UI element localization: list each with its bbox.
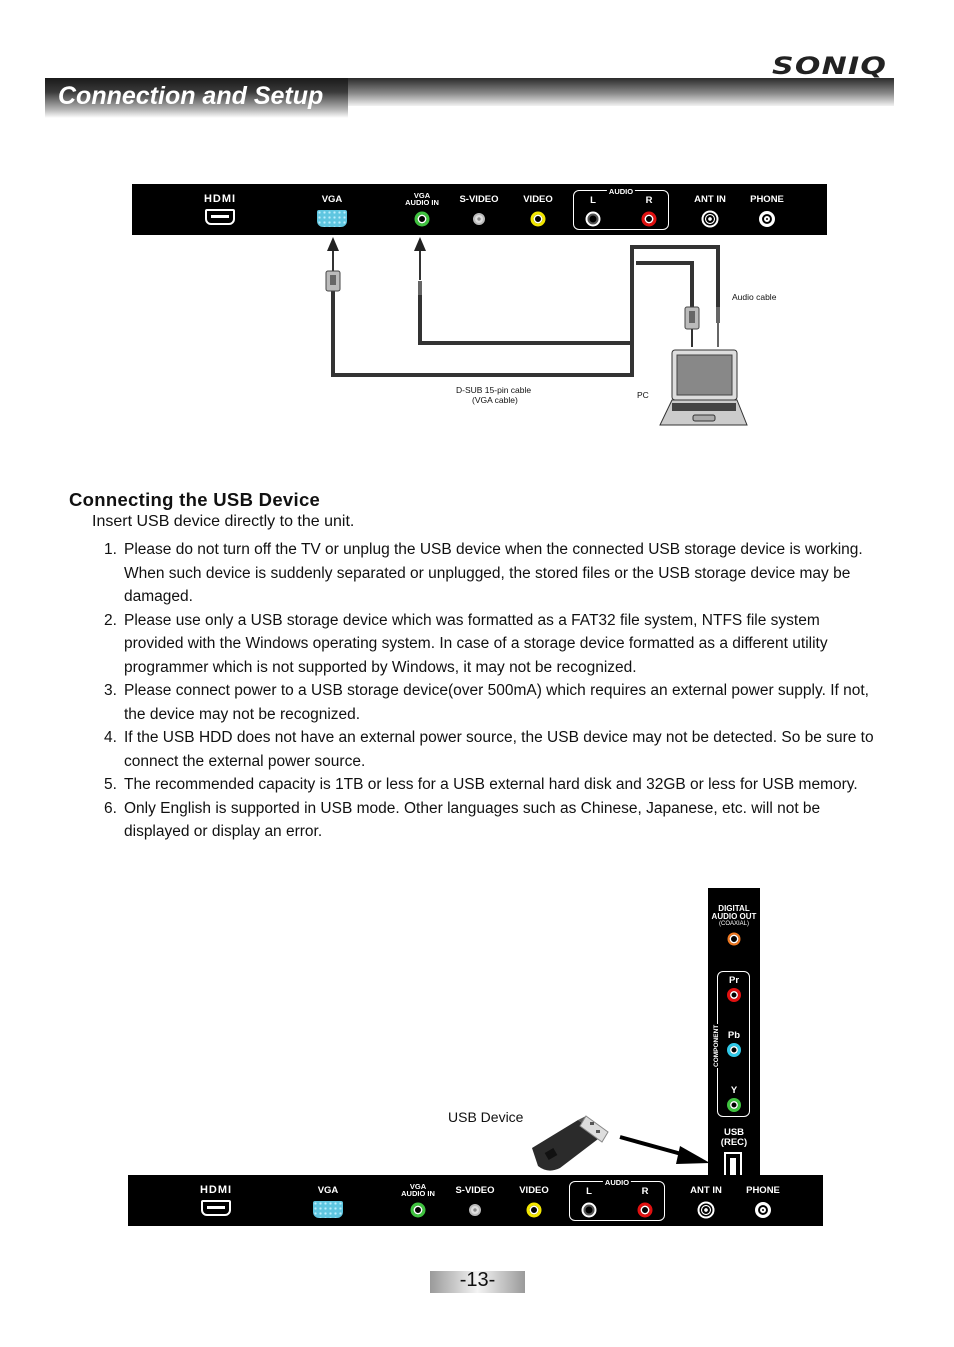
- vga-audio-label-2: AUDIO IN: [405, 198, 439, 207]
- audio-l-label: L: [586, 1186, 592, 1197]
- page-title: Connection and Setup: [58, 82, 324, 110]
- hdmi-port-icon: [205, 209, 235, 225]
- vga-port-icon: [313, 1201, 343, 1218]
- component-label: COMPONENT: [713, 1023, 720, 1068]
- pb-label: Pb: [727, 1030, 741, 1041]
- vga-audio-in-jack-icon: [414, 211, 430, 227]
- pr-jack-icon: [727, 988, 741, 1002]
- y-label: Y: [730, 1085, 738, 1096]
- pb-jack-icon: [727, 1043, 741, 1057]
- audio-l-jack-icon: [581, 1202, 597, 1218]
- audio-r-jack-icon: [637, 1202, 653, 1218]
- hdmi-label: HDMI: [203, 193, 237, 205]
- vga-audio-label-2: AUDIO IN: [401, 1189, 435, 1198]
- svideo-label: S-VIDEO: [459, 194, 499, 205]
- usb-section-title: Connecting the USB Device: [69, 489, 321, 510]
- phone-jack-icon: [755, 1202, 771, 1218]
- audio-l-label: L: [590, 195, 596, 206]
- hdmi-port-icon: [201, 1200, 231, 1216]
- y-jack-icon: [727, 1098, 741, 1112]
- audio-r-jack-icon: [641, 211, 657, 227]
- usb-rec-label-1: USB: [723, 1127, 745, 1138]
- phone-label: PHONE: [750, 194, 784, 205]
- svideo-port-icon: [473, 213, 485, 225]
- audio-arrow-icon: [414, 237, 426, 251]
- ant-in-label: ANT IN: [690, 1185, 722, 1196]
- vga-cable: [331, 245, 720, 377]
- svideo-label: S-VIDEO: [455, 1185, 495, 1196]
- list-item: 5. The recommended capacity is 1TB or les…: [104, 776, 858, 793]
- audio-r-label: R: [645, 195, 653, 206]
- video-jack-icon: [526, 1202, 542, 1218]
- phone-jack-icon: [759, 211, 775, 227]
- audio-cable-caption: Audio cable: [732, 292, 777, 302]
- audio-group-label: AUDIO: [602, 1178, 632, 1187]
- ant-in-port-icon: [697, 1201, 715, 1219]
- pc-connection-diagram: [325, 237, 748, 426]
- video-label: VIDEO: [519, 1185, 549, 1196]
- vga-label: VGA: [317, 1185, 339, 1196]
- ant-in-port-icon: [701, 210, 719, 228]
- digital-audio-label-1: DIGITAL: [718, 904, 750, 913]
- laptop-icon: [659, 349, 748, 426]
- page-number: -13-: [459, 1269, 496, 1291]
- vga-cable-caption-1: D-SUB 15-pin cable: [456, 385, 532, 395]
- usb-notes-list: 1. Please do not turn off the TV or unplu…: [104, 538, 874, 844]
- usb-device-illustration: [532, 1115, 710, 1171]
- hdmi-label: HDMI: [199, 1184, 233, 1196]
- audio-l-jack-icon: [585, 211, 601, 227]
- digital-audio-out-jack-icon: [727, 932, 741, 946]
- vga-audio-in-jack-icon: [410, 1202, 426, 1218]
- list-item: 4. If the USB HDD does not have an extern…: [104, 729, 874, 770]
- digital-audio-label-3: (COAXIAL): [718, 921, 750, 927]
- usb-rec-label-2: (REC): [720, 1137, 748, 1148]
- audio-cable: [418, 290, 632, 345]
- list-item: 3. Please connect power to a USB storage …: [104, 682, 869, 723]
- audio-group-label: AUDIO: [606, 187, 636, 196]
- phone-label: PHONE: [746, 1185, 780, 1196]
- vga-port-icon: [317, 210, 347, 227]
- brand-logo: SONIQ: [772, 52, 888, 80]
- video-label: VIDEO: [523, 194, 553, 205]
- pr-label: Pr: [728, 975, 740, 986]
- ant-in-label: ANT IN: [694, 194, 726, 205]
- audio-r-label: R: [641, 1186, 649, 1197]
- vga-arrow-icon: [327, 237, 339, 251]
- usb-section-intro: Insert USB device directly to the unit.: [92, 513, 355, 530]
- video-jack-icon: [530, 211, 546, 227]
- usb-stick-icon: [532, 1115, 609, 1171]
- rear-panel-top: HDMI VGA VGA AUDIO IN S-VIDEO VIDEO AUDI…: [132, 184, 827, 235]
- audio-plug-icon: [418, 281, 422, 295]
- digital-audio-label-2: AUDIO OUT: [711, 912, 757, 921]
- list-item: 6. Only English is supported in USB mode.…: [104, 799, 821, 841]
- pc-audio-plug-icon: [716, 307, 720, 323]
- pc-caption: PC: [637, 390, 649, 400]
- insert-arrow-icon: [619, 1135, 710, 1164]
- svideo-port-icon: [469, 1204, 481, 1216]
- vga-cable-caption-2: (VGA cable): [472, 395, 518, 405]
- list-item: 2. Please use only a USB storage device w…: [104, 611, 828, 676]
- rear-panel-bottom: HDMI VGA VGA AUDIO IN S-VIDEO VIDEO AUDI…: [128, 1175, 823, 1226]
- list-item: 1. Please do not turn off the TV or unplu…: [104, 541, 863, 605]
- usb-device-caption: USB Device: [448, 1109, 524, 1125]
- vga-label: VGA: [321, 194, 343, 205]
